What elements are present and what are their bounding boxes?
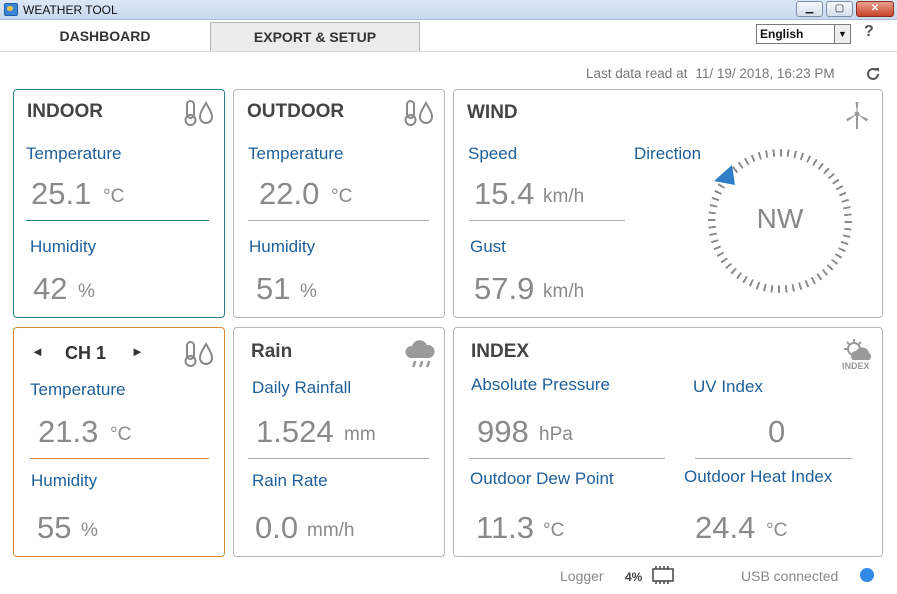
- indoor-temperature-value: 25.1: [31, 176, 92, 211]
- channel-temperature-label: Temperature: [30, 380, 126, 399]
- thermometer-drop-icon: [184, 341, 214, 367]
- dew-point-value: 11.3: [476, 510, 535, 545]
- pressure-divider: [469, 458, 665, 459]
- channel-temperature-value: 21.3: [38, 414, 99, 449]
- help-button[interactable]: ?: [864, 23, 874, 41]
- indoor-temperature-label: Temperature: [26, 144, 122, 163]
- heat-index-label: Outdoor Heat Index: [684, 467, 833, 486]
- outdoor-temperature-label: Temperature: [248, 144, 344, 163]
- chevron-down-icon[interactable]: ▼: [834, 25, 850, 43]
- indoor-divider: [26, 220, 209, 221]
- window-title: WEATHER TOOL: [23, 3, 118, 17]
- rain-daily-unit: mm: [344, 424, 376, 445]
- outdoor-humidity-value: 51: [256, 271, 291, 306]
- uv-index-label: UV Index: [693, 377, 763, 396]
- rain-daily-label: Daily Rainfall: [252, 378, 352, 397]
- uv-index-value: 0: [768, 414, 786, 449]
- index-title: INDEX: [471, 341, 530, 362]
- rain-daily-value: 1.524: [256, 414, 334, 449]
- wind-speed-value: 15.4: [474, 176, 535, 211]
- tab-export-setup[interactable]: EXPORT & SETUP: [210, 22, 420, 51]
- channel-divider: [30, 458, 209, 459]
- last-read-label: Last data read at: [586, 66, 688, 81]
- wind-gust-label: Gust: [470, 237, 506, 256]
- wind-direction-value: NW: [756, 203, 804, 234]
- outdoor-temperature-unit: °C: [331, 186, 353, 207]
- thermometer-drop-icon: [184, 100, 214, 126]
- indoor-humidity-unit: %: [78, 281, 95, 302]
- outdoor-divider: [248, 220, 429, 221]
- wind-gust-unit: km/h: [543, 281, 585, 302]
- title-bar: WEATHER TOOL ▁ ▢ ✕: [0, 0, 897, 20]
- outdoor-title: OUTDOOR: [247, 101, 345, 122]
- channel-humidity-value: 55: [37, 510, 72, 545]
- heat-index-value: 24.4: [695, 510, 756, 545]
- language-select[interactable]: English ▼: [756, 24, 851, 44]
- wind-divider: [469, 220, 625, 221]
- last-read-timestamp: 11/ 19/ 2018, 16:23 PM: [695, 66, 835, 81]
- indoor-temperature-unit: °C: [103, 186, 125, 207]
- channel-humidity-label: Humidity: [31, 471, 98, 490]
- usb-status-label: USB connected: [741, 568, 839, 584]
- maximize-button[interactable]: ▢: [826, 1, 853, 17]
- wind-gust-value: 57.9: [474, 271, 535, 306]
- thermometer-drop-icon: [404, 100, 434, 126]
- tab-divider: [0, 51, 897, 52]
- channel-prev-button[interactable]: ◄: [31, 344, 44, 359]
- channel-title: CH 1: [65, 343, 107, 363]
- indoor-humidity-value: 42: [33, 271, 68, 306]
- close-button[interactable]: ✕: [856, 1, 894, 17]
- rain-title: Rain: [251, 341, 293, 362]
- indoor-humidity-label: Humidity: [30, 237, 97, 256]
- last-read-info: Last data read at 11/ 19/ 2018, 16:23 PM: [586, 66, 835, 81]
- wind-turbine-icon: [846, 102, 868, 129]
- uv-divider: [695, 458, 852, 459]
- wind-speed-unit: km/h: [543, 186, 585, 207]
- compass-pointer-icon: [714, 165, 735, 185]
- dew-point-unit: °C: [543, 520, 565, 541]
- rain-cloud-icon: [405, 340, 435, 368]
- outdoor-humidity-unit: %: [300, 281, 317, 302]
- outdoor-temperature-value: 22.0: [259, 176, 320, 211]
- channel-humidity-unit: %: [81, 520, 98, 541]
- language-selected: English: [760, 27, 804, 41]
- memory-chip-icon: [652, 566, 674, 584]
- app-icon: [4, 3, 18, 16]
- channel-next-button[interactable]: ►: [131, 344, 144, 359]
- channel-temperature-unit: °C: [110, 424, 132, 445]
- rain-rate-value: 0.0: [255, 510, 299, 545]
- wind-speed-label: Speed: [468, 144, 518, 163]
- dew-point-label: Outdoor Dew Point: [470, 469, 614, 488]
- pressure-unit: hPa: [539, 424, 573, 445]
- logger-percent: 4%: [625, 570, 643, 584]
- rain-divider: [248, 458, 429, 459]
- index-icon-label: INDEX: [842, 361, 870, 371]
- rain-rate-unit: mm/h: [307, 520, 355, 541]
- refresh-icon[interactable]: [865, 66, 881, 82]
- indoor-title: INDOOR: [27, 101, 103, 122]
- heat-index-unit: °C: [766, 520, 788, 541]
- wind-title: WIND: [467, 102, 518, 123]
- tab-dashboard[interactable]: DASHBOARD: [0, 22, 210, 51]
- pressure-label: Absolute Pressure: [471, 375, 610, 394]
- usb-status-indicator: [860, 568, 874, 582]
- logger-label: Logger: [560, 568, 604, 584]
- outdoor-humidity-label: Humidity: [249, 237, 316, 256]
- wind-direction-label: Direction: [634, 144, 702, 163]
- minimize-button[interactable]: ▁: [796, 1, 823, 17]
- rain-rate-label: Rain Rate: [252, 471, 328, 490]
- pressure-value: 998: [477, 414, 529, 449]
